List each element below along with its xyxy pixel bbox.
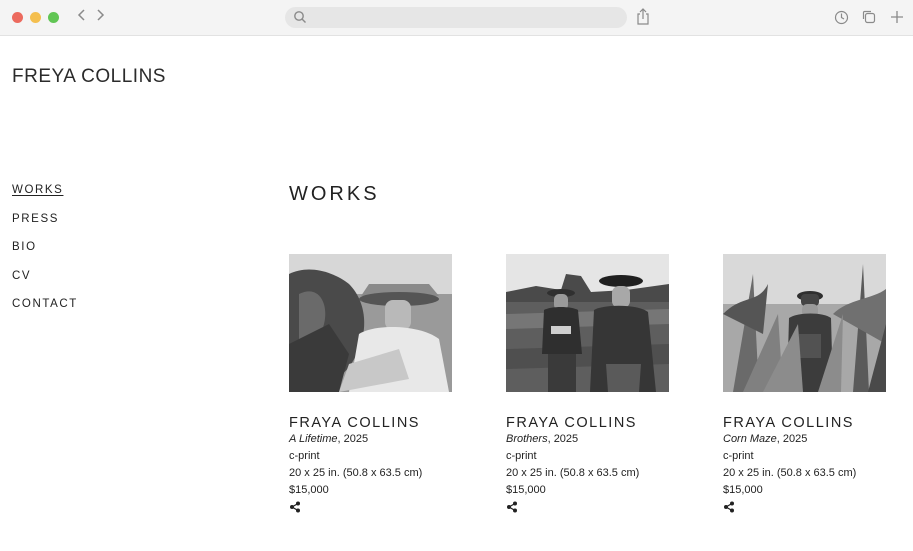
forward-icon[interactable]: [94, 8, 106, 26]
nav-item-bio[interactable]: BIO: [12, 241, 78, 270]
address-bar[interactable]: [285, 7, 627, 28]
nav-item-works[interactable]: WORKS: [12, 184, 78, 213]
artwork-price: $15,000: [723, 484, 763, 496]
artist-name[interactable]: FRAYA COLLINS: [289, 415, 464, 431]
share-icon[interactable]: [289, 500, 303, 514]
artwork-title-line: Corn Maze, 2025: [723, 433, 898, 445]
nav-item-cv[interactable]: CV: [12, 270, 78, 299]
sidebar-nav: WORKS PRESS BIO CV CONTACT: [12, 184, 78, 327]
search-icon: [293, 10, 307, 29]
nav-item-contact[interactable]: CONTACT: [12, 298, 78, 327]
artwork-year: , 2025: [547, 433, 579, 445]
artwork-price: $15,000: [289, 484, 329, 496]
tabs-icon[interactable]: [861, 8, 877, 26]
artwork-dimensions: 20 x 25 in. (50.8 x 63.5 cm): [723, 467, 857, 479]
new-tab-icon[interactable]: [889, 8, 905, 26]
nav-item-press[interactable]: PRESS: [12, 213, 78, 242]
artist-name[interactable]: FRAYA COLLINS: [506, 415, 681, 431]
back-icon[interactable]: [76, 8, 88, 26]
page-title: WORKS: [289, 183, 380, 205]
artwork-medium: c-print: [506, 450, 537, 462]
zoom-window-button[interactable]: [48, 12, 59, 23]
browser-toolbar: [0, 0, 913, 36]
artwork-title: Brothers: [506, 433, 548, 445]
share-icon[interactable]: [723, 500, 737, 514]
artwork-dimensions: 20 x 25 in. (50.8 x 63.5 cm): [506, 467, 640, 479]
artwork-image[interactable]: [289, 254, 452, 392]
work-card: FRAYA COLLINS A Lifetime, 2025 c-print 2…: [289, 254, 464, 514]
artwork-medium: c-print: [723, 450, 754, 462]
artist-name[interactable]: FRAYA COLLINS: [723, 415, 898, 431]
artwork-title-line: A Lifetime, 2025: [289, 433, 464, 445]
artwork-title-line: Brothers, 2025: [506, 433, 681, 445]
work-card: FRAYA COLLINS Brothers, 2025 c-print 20 …: [506, 254, 681, 514]
artwork-dimensions: 20 x 25 in. (50.8 x 63.5 cm): [289, 467, 423, 479]
artwork-image[interactable]: [506, 254, 669, 392]
work-card: FRAYA COLLINS Corn Maze, 2025 c-print 20…: [723, 254, 898, 514]
artwork-title: Corn Maze: [723, 433, 777, 445]
artwork-year: , 2025: [776, 433, 808, 445]
artwork-medium: c-print: [289, 450, 320, 462]
close-window-button[interactable]: [12, 12, 23, 23]
artwork-price: $15,000: [506, 484, 546, 496]
share-icon[interactable]: [636, 8, 650, 31]
site-title[interactable]: FREYA COLLINS: [12, 66, 166, 88]
artwork-year: , 2025: [337, 433, 369, 445]
share-icon[interactable]: [506, 500, 520, 514]
artwork-image[interactable]: [723, 254, 886, 392]
artwork-title: A Lifetime: [289, 433, 338, 445]
minimize-window-button[interactable]: [30, 12, 41, 23]
history-icon[interactable]: [833, 8, 849, 26]
